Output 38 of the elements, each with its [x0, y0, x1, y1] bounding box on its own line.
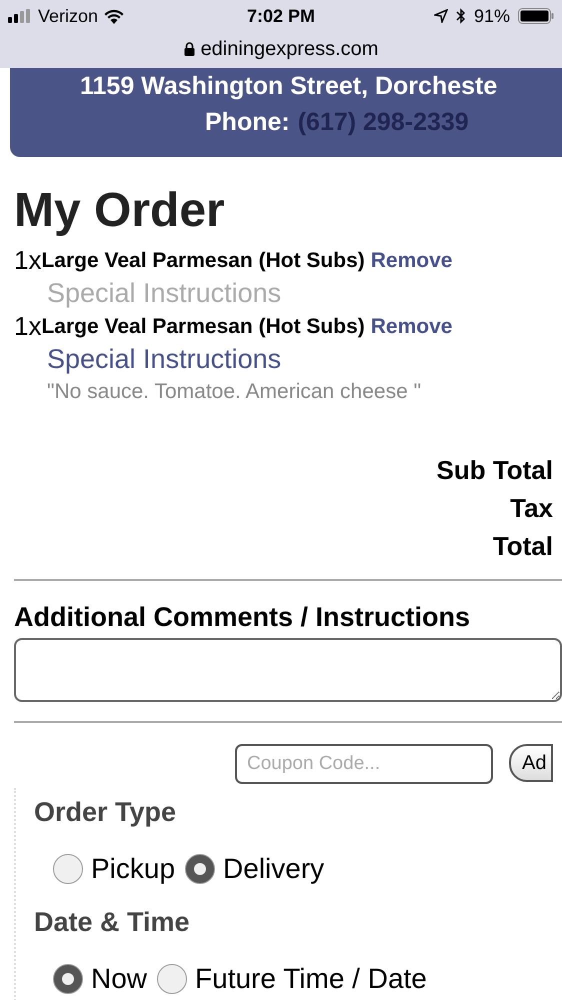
radio-button[interactable]: [157, 964, 188, 994]
carrier-name: Verizon: [38, 4, 98, 28]
bluetooth-icon: [456, 8, 466, 24]
signal-icon: [8, 9, 32, 23]
radio-button[interactable]: [53, 964, 83, 994]
location-arrow-icon: [434, 9, 448, 23]
radio-button[interactable]: [53, 854, 83, 884]
phone-label: Phone:: [205, 107, 290, 138]
battery-percent: 91%: [474, 4, 510, 28]
remove-link[interactable]: Remove: [370, 247, 452, 275]
wifi-icon: [104, 8, 124, 24]
radio-label: Future Time / Date: [195, 962, 427, 996]
clock-time: 7:02 PM: [246, 4, 316, 28]
remove-link[interactable]: Remove: [370, 313, 452, 341]
order-title: My Order: [14, 183, 226, 239]
total-label: Tax: [510, 492, 553, 525]
section-title: Order Type: [34, 796, 178, 829]
add-coupon-button[interactable]: Ad: [509, 744, 553, 782]
comments-title: Additional Comments / Instructions: [14, 601, 472, 634]
quantity-text: 1x: [14, 311, 42, 341]
instructions-note: "No sauce. Tomatoe. American cheese ": [47, 379, 422, 405]
battery-icon: [518, 8, 554, 24]
radio-label: Pickup: [91, 852, 176, 886]
total-label: Total: [492, 530, 553, 563]
special-instructions-link[interactable]: Special Instructions: [47, 341, 282, 377]
section-title: Date & Time: [34, 906, 191, 939]
quantity-text: 1x: [14, 245, 42, 275]
total-label: Sub Total: [436, 454, 553, 487]
item-name: Large Veal Parmesan (Hot Subs): [41, 314, 365, 340]
url-text[interactable]: ediningexpress.com: [200, 34, 378, 64]
radio-button[interactable]: [185, 854, 216, 884]
lock-icon: [184, 42, 195, 56]
radio-label: Delivery: [223, 852, 324, 886]
item-name: Large Veal Parmesan (Hot Subs): [41, 248, 365, 274]
comments-field[interactable]: [14, 638, 562, 702]
radio-label: Now: [91, 962, 148, 996]
coupon-field[interactable]: Coupon Code...: [235, 744, 493, 784]
address-text: 1159 Washington Street, Dorcheste: [80, 71, 498, 102]
